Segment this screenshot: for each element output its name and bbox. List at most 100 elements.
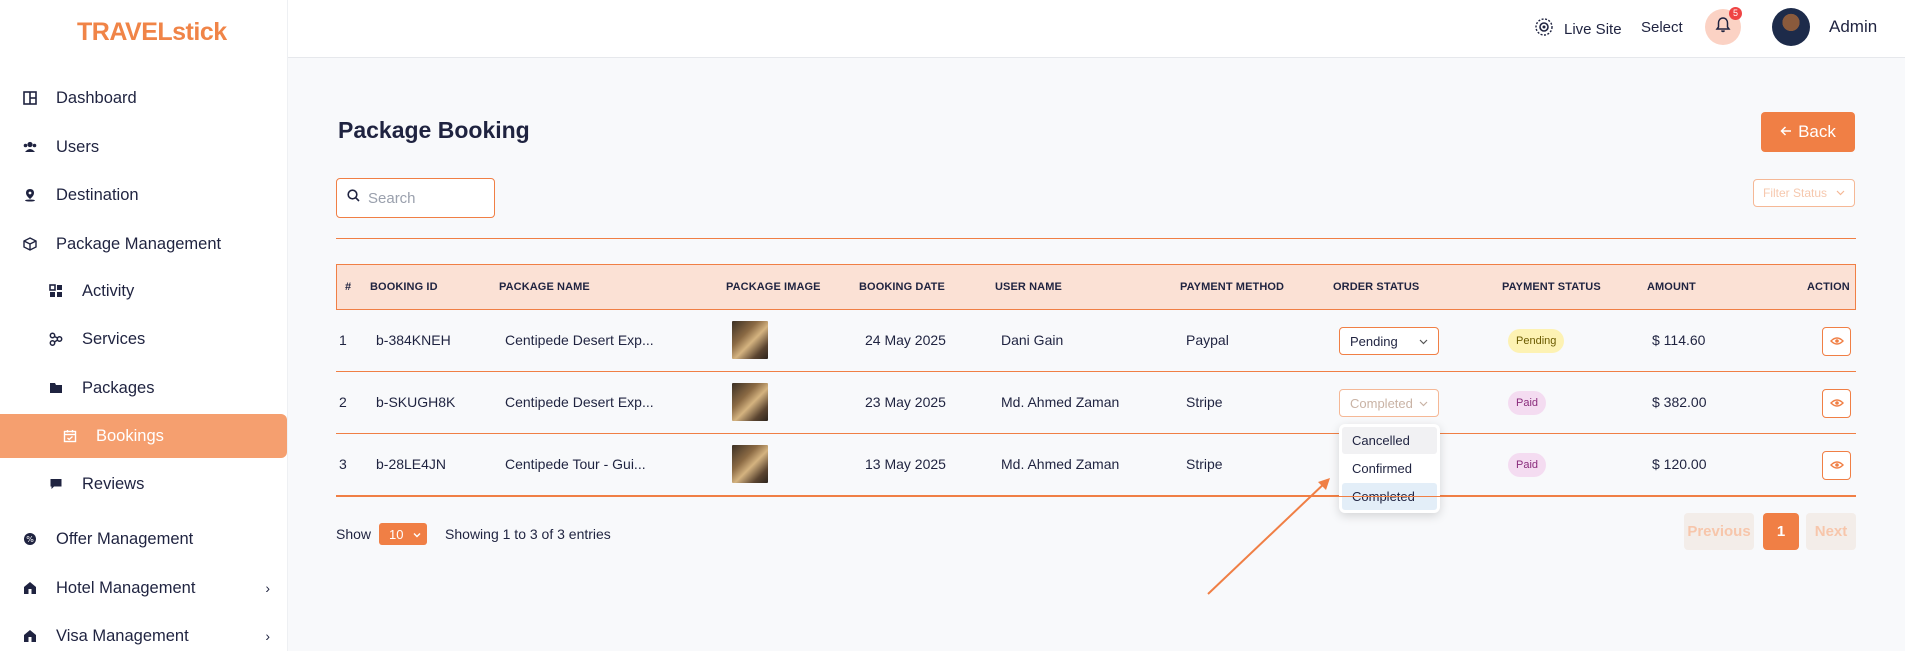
dropdown-option-confirmed[interactable]: Confirmed xyxy=(1342,455,1437,482)
payment-method: Stripe xyxy=(1186,394,1223,410)
order-status-dropdown: Cancelled Confirmed Completed xyxy=(1339,424,1440,513)
folder-icon xyxy=(48,380,64,396)
sidebar-item-visa-management[interactable]: Visa Management › xyxy=(0,614,288,651)
column-header: PAYMENT METHOD xyxy=(1180,281,1285,293)
sidebar-item-label: Reviews xyxy=(82,474,145,493)
column-header: ORDER STATUS xyxy=(1333,281,1420,293)
svg-text:%: % xyxy=(26,535,34,544)
back-button[interactable]: Back xyxy=(1761,112,1855,152)
sidebar-item-label: Packages xyxy=(82,378,155,397)
order-status-select[interactable]: Pending xyxy=(1339,327,1439,355)
grid-icon xyxy=(48,283,64,299)
page-length-select[interactable]: 10 xyxy=(379,523,428,545)
column-header: AMOUNT xyxy=(1647,281,1696,293)
sidebar-item-bookings[interactable]: Bookings xyxy=(0,414,287,458)
globe-icon xyxy=(1534,17,1554,41)
services-icon xyxy=(48,331,64,347)
column-header: PAYMENT STATUS xyxy=(1502,281,1601,293)
sidebar-item-users[interactable]: Users xyxy=(0,125,288,169)
package-image xyxy=(732,383,768,421)
view-button[interactable] xyxy=(1822,327,1851,356)
amount: $ 114.60 xyxy=(1652,332,1706,348)
column-header: ACTION xyxy=(1807,281,1850,293)
dashboard-icon xyxy=(22,90,38,106)
package-name: Centipede Desert Exp... xyxy=(505,332,654,348)
page-length-value: 10 xyxy=(389,526,404,542)
hotel-icon xyxy=(22,580,38,596)
chevron-right-icon: › xyxy=(265,628,270,644)
avatar[interactable] xyxy=(1772,8,1810,46)
search-box[interactable] xyxy=(336,178,495,218)
view-button[interactable] xyxy=(1822,451,1851,480)
sidebar-item-label: Destination xyxy=(56,185,139,204)
notifications-button[interactable]: 5 xyxy=(1705,7,1742,45)
column-header: USER NAME xyxy=(995,281,1062,293)
booking-id: b-SKUGH8K xyxy=(376,394,456,410)
sidebar-item-label: Hotel Management xyxy=(56,578,196,597)
sidebar-item-reviews[interactable]: Reviews xyxy=(0,462,288,506)
sidebar-item-label: Offer Management xyxy=(56,529,194,548)
table-row: 2 b-SKUGH8K Centipede Desert Exp... 23 M… xyxy=(336,372,1856,434)
column-header: BOOKING ID xyxy=(370,281,438,293)
pagination-page-1[interactable]: 1 xyxy=(1763,513,1799,550)
calendar-icon xyxy=(62,428,78,444)
user-name: Dani Gain xyxy=(1001,332,1064,348)
sidebar-item-packages[interactable]: Packages xyxy=(0,366,288,410)
payment-method: Paypal xyxy=(1186,332,1229,348)
filter-status-select[interactable]: Filter Status xyxy=(1753,179,1855,207)
chevron-down-icon xyxy=(1419,334,1428,349)
sidebar-item-destination[interactable]: Destination xyxy=(0,173,288,217)
order-status-select[interactable]: Completed xyxy=(1339,389,1439,417)
notification-badge: 5 xyxy=(1729,7,1742,20)
pagination-previous[interactable]: Previous xyxy=(1684,513,1754,550)
language-select[interactable]: Select xyxy=(1641,19,1683,36)
column-header: # xyxy=(345,281,352,293)
user-name[interactable]: Admin xyxy=(1829,17,1877,37)
sidebar-item-label: Visa Management xyxy=(56,626,189,645)
brand-logo[interactable]: TRAVELstick xyxy=(77,18,227,47)
divider xyxy=(336,496,1856,497)
column-header: PACKAGE NAME xyxy=(499,281,590,293)
sidebar-item-package-management[interactable]: Package Management xyxy=(0,222,288,266)
sidebar: TRAVELstick Dashboard Users Destination … xyxy=(0,0,288,651)
table-length-control: Show 10 Showing 1 to 3 of 3 entries xyxy=(336,523,611,545)
arrow-left-icon xyxy=(1780,122,1792,142)
payment-status-badge: Paid xyxy=(1508,391,1547,415)
column-header: BOOKING DATE xyxy=(859,281,945,293)
live-site-label: Live Site xyxy=(1564,20,1622,38)
view-button[interactable] xyxy=(1822,389,1851,418)
sidebar-item-label: Package Management xyxy=(56,234,222,253)
back-label: Back xyxy=(1798,122,1836,141)
booking-date: 23 May 2025 xyxy=(865,394,946,410)
live-site-link[interactable]: Live Site xyxy=(1534,17,1622,41)
sidebar-item-activity[interactable]: Activity xyxy=(0,269,288,313)
pagination-next[interactable]: Next xyxy=(1806,513,1856,550)
sidebar-item-offer-management[interactable]: % Offer Management xyxy=(0,517,288,561)
offer-icon: % xyxy=(22,531,38,547)
show-label: Show xyxy=(336,526,372,542)
amount: $ 120.00 xyxy=(1652,456,1707,472)
map-pin-icon xyxy=(22,187,38,203)
filter-status-placeholder: Filter Status xyxy=(1763,186,1828,200)
package-image xyxy=(732,445,768,483)
sidebar-item-services[interactable]: Services xyxy=(0,317,288,361)
user-name: Md. Ahmed Zaman xyxy=(1001,394,1120,410)
row-number: 3 xyxy=(339,456,347,472)
table-row: 1 b-384KNEH Centipede Desert Exp... 24 M… xyxy=(336,310,1856,372)
payment-status-badge: Pending xyxy=(1508,329,1565,353)
sidebar-item-label: Activity xyxy=(82,281,135,300)
eye-icon xyxy=(1829,457,1844,475)
column-header: PACKAGE IMAGE xyxy=(726,281,821,293)
package-name: Centipede Desert Exp... xyxy=(505,394,654,410)
annotation-arrow xyxy=(1207,478,1330,595)
sidebar-item-label: Users xyxy=(56,137,100,156)
dropdown-option-cancelled[interactable]: Cancelled xyxy=(1342,427,1437,454)
package-name: Centipede Tour - Gui... xyxy=(505,456,646,472)
row-number: 2 xyxy=(339,394,347,410)
booking-date: 24 May 2025 xyxy=(865,332,946,348)
eye-icon xyxy=(1829,395,1844,413)
search-input[interactable] xyxy=(368,189,488,207)
sidebar-item-hotel-management[interactable]: Hotel Management › xyxy=(0,566,288,610)
sidebar-item-dashboard[interactable]: Dashboard xyxy=(0,76,288,120)
comment-icon xyxy=(48,476,64,492)
